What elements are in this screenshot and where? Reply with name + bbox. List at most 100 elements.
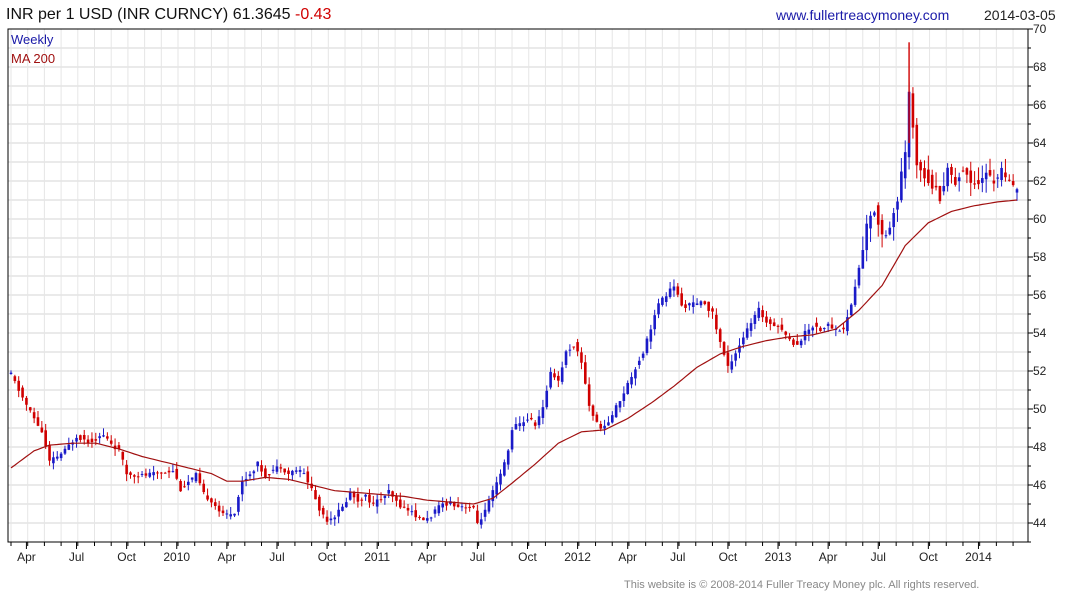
candle-down <box>318 496 321 511</box>
candle-down <box>703 301 707 305</box>
candle-up <box>387 489 391 494</box>
candle-up <box>981 178 984 183</box>
y-tick-label: 48 <box>1033 440 1047 454</box>
x-tick-label: Apr <box>819 550 838 564</box>
candle-up <box>294 470 298 472</box>
candle-down <box>726 352 730 366</box>
candle-up <box>984 172 988 180</box>
candle-down <box>82 434 86 440</box>
candle-up <box>271 469 275 471</box>
candle-down <box>306 471 310 483</box>
candle-down <box>587 384 591 406</box>
candle-down <box>36 417 40 426</box>
candle-up <box>996 177 1000 179</box>
candle-down <box>792 339 795 345</box>
candle-down <box>25 397 28 405</box>
candle-up <box>742 337 745 345</box>
candle-down <box>136 476 140 478</box>
candle-up <box>364 494 367 497</box>
candle-up <box>487 500 491 512</box>
x-tick-label: Apr <box>418 550 437 564</box>
candle-up <box>194 473 198 482</box>
candle-down <box>919 162 922 171</box>
candle-down <box>356 493 360 502</box>
y-tick-label: 62 <box>1033 174 1047 188</box>
candle-up <box>610 415 614 423</box>
x-tick-label: Oct <box>919 550 938 564</box>
candle-down <box>210 498 213 503</box>
candle-down <box>206 495 209 500</box>
candle-down <box>1007 179 1011 181</box>
candle-down <box>784 331 788 335</box>
candle-up <box>630 376 633 385</box>
candle-down <box>761 310 764 318</box>
candle-up <box>140 473 144 475</box>
candle-down <box>938 185 942 202</box>
candle-down <box>553 373 556 378</box>
candle-up <box>657 303 660 315</box>
candle-up <box>345 502 348 508</box>
candle-down <box>965 168 969 175</box>
candle-up <box>749 323 753 331</box>
candle-up <box>225 513 229 515</box>
candle-up <box>537 416 541 426</box>
candle-down <box>776 325 780 327</box>
candle-up <box>341 506 344 511</box>
candle-up <box>807 329 811 334</box>
candle-up <box>187 481 190 486</box>
candle-up <box>483 509 487 517</box>
candle-down <box>179 481 182 492</box>
candle-up <box>375 499 379 507</box>
candle-down <box>106 436 109 439</box>
x-tick-label: 2011 <box>364 550 390 564</box>
legend: Weekly MA 200 <box>11 32 55 66</box>
candle-down <box>795 341 799 345</box>
legend-weekly: Weekly <box>11 32 54 47</box>
candle-down <box>927 169 930 184</box>
price-chart: 44 46 48 50 52 54 56 58 60 62 64 66 68 70 Apr Jul Oct 201… <box>7 22 1047 564</box>
candle-up <box>560 367 564 382</box>
candle-up <box>291 470 294 476</box>
candle-up <box>672 286 676 291</box>
candle-down <box>533 422 537 426</box>
candle-down <box>557 375 560 381</box>
candle-down <box>418 516 421 518</box>
candle-down <box>973 183 976 185</box>
candle-up <box>541 407 545 418</box>
candle-down <box>969 170 973 183</box>
grid-lines <box>8 28 1028 543</box>
candle-up <box>653 315 656 330</box>
candle-up <box>59 453 63 459</box>
candle-up <box>148 472 152 477</box>
x-tick-label: 2014 <box>965 550 992 564</box>
candle-up <box>649 329 653 342</box>
candle-up <box>506 450 510 465</box>
candle-down <box>48 445 51 461</box>
candle-down <box>772 322 776 327</box>
candle-down <box>780 324 784 330</box>
candle-up <box>298 469 302 472</box>
candle-down <box>133 475 136 477</box>
candle-up <box>607 422 610 426</box>
candle-up <box>853 286 857 305</box>
x-tick-label: Jul <box>470 550 485 564</box>
candle-down <box>599 423 603 429</box>
candle-down <box>314 490 317 500</box>
candle-down <box>456 504 460 507</box>
x-tick-label: Oct <box>719 550 738 564</box>
candle-up <box>526 419 529 421</box>
candle-down <box>715 314 718 330</box>
x-tick-label: Jul <box>871 550 886 564</box>
candle-down <box>402 506 406 508</box>
candle-down <box>819 327 822 332</box>
y-tick-label: 58 <box>1033 250 1047 264</box>
candle-down <box>422 517 425 521</box>
candle-down <box>580 352 583 363</box>
candle-down <box>32 412 36 419</box>
candle-down <box>707 301 710 311</box>
candle-up <box>957 177 961 182</box>
candle-down <box>125 464 128 475</box>
candle-down <box>961 170 965 172</box>
candle-up <box>664 296 668 302</box>
candle-down <box>954 177 957 185</box>
